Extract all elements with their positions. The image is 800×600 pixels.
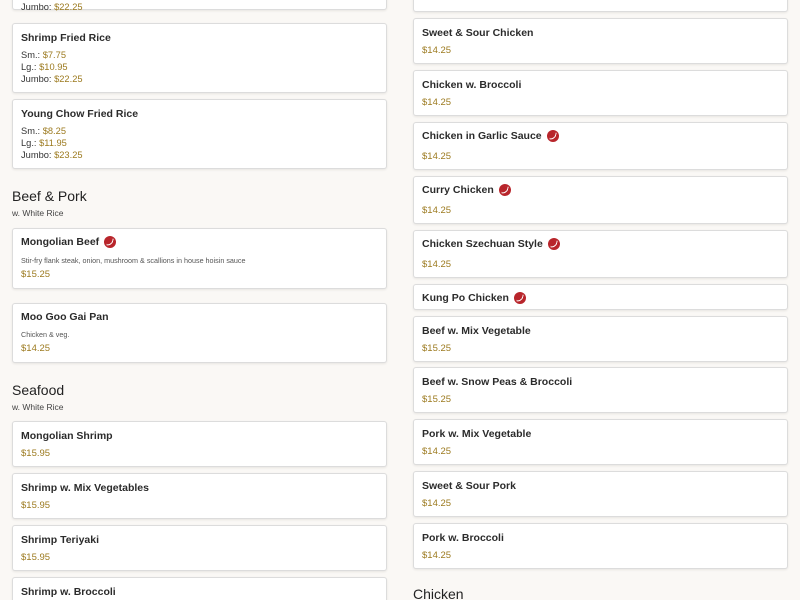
menu-item-card[interactable]: Mongolian Shrimp $15.95: [12, 421, 387, 467]
item-price: $15.95: [21, 500, 51, 511]
size-price-option: Jumbo: $23.25: [21, 150, 83, 160]
item-price: $15.95: [21, 448, 51, 459]
item-name: Beef w. Mix Vegetable: [422, 325, 531, 337]
item-price: $14.25: [21, 343, 51, 354]
chili-pepper-icon: [547, 238, 560, 250]
item-price: $15.95: [21, 552, 51, 563]
item-name: Curry Chicken: [422, 184, 511, 196]
item-name: Shrimp w. Broccoli: [21, 586, 116, 598]
menu-item-card[interactable]: Kung Po Chicken: [413, 284, 788, 310]
size-price: $22.25: [54, 2, 83, 12]
item-price: $14.25: [422, 151, 452, 162]
item-name: Shrimp Teriyaki: [21, 534, 100, 546]
item-name-text: Chicken in Garlic Sauce: [422, 130, 542, 142]
size-price-option: Lg.: $11.95: [21, 138, 67, 148]
size-price: $23.25: [54, 150, 83, 160]
size-label: Jumbo:: [21, 74, 52, 84]
item-name-text: Mongolian Beef: [21, 236, 100, 248]
size-price-option: Jumbo: $22.25: [21, 74, 83, 84]
item-price: $14.25: [422, 97, 452, 108]
menu-item-card[interactable]: Young Chow Fried Rice Sm.: $8.25 Lg.: $1…: [12, 99, 387, 169]
size-label: Jumbo:: [21, 150, 52, 160]
item-description: Chicken & veg.: [21, 330, 70, 339]
menu-item-card[interactable]: Shrimp Teriyaki $15.95: [12, 525, 387, 571]
item-name: Pork w. Broccoli: [422, 532, 504, 544]
size-price: $11.95: [39, 138, 67, 148]
menu-item-card[interactable]: Shrimp w. Mix Vegetables $15.95: [12, 473, 387, 519]
size-price-option: Jumbo: $22.25: [21, 2, 83, 12]
menu-item-card[interactable]: Moo Goo Gai Pan Chicken & veg. $14.25: [12, 303, 387, 363]
item-price: $14.25: [422, 205, 452, 216]
section-title-beef-pork: Beef & Pork: [12, 188, 87, 204]
item-name: Shrimp Fried Rice: [21, 32, 111, 44]
size-label: Sm.:: [21, 50, 41, 60]
item-name-text: Chicken Szechuan Style: [422, 238, 543, 250]
item-name: Sweet & Sour Chicken: [422, 27, 534, 39]
menu-item-card[interactable]: Sweet & Sour Chicken $14.25: [413, 18, 788, 64]
chili-pepper-icon: [104, 236, 117, 248]
item-name: Beef w. Snow Peas & Broccoli: [422, 376, 573, 388]
size-label: Lg.:: [21, 62, 37, 72]
menu-item-card[interactable]: Chicken w. Broccoli $14.25: [413, 70, 788, 116]
menu-item-card-partial[interactable]: Jumbo: $22.25: [12, 0, 387, 12]
size-price-option: Sm.: $7.75: [21, 50, 66, 60]
menu-item-card[interactable]: Beef w. Mix Vegetable $15.25: [413, 316, 788, 362]
section-subtitle: w. White Rice: [12, 208, 64, 218]
item-price: $14.25: [422, 446, 452, 457]
size-price: $10.95: [39, 62, 68, 72]
item-price: $15.25: [422, 343, 452, 354]
size-label: Sm.:: [21, 126, 41, 136]
chili-pepper-icon: [498, 184, 511, 196]
item-name: Mongolian Shrimp: [21, 430, 113, 442]
item-name: Sweet & Sour Pork: [422, 480, 516, 492]
item-price: $14.25: [422, 259, 452, 270]
item-name-text: Kung Po Chicken: [422, 292, 509, 304]
size-price-option: Sm.: $8.25: [21, 126, 66, 136]
item-name: Mongolian Beef: [21, 236, 117, 248]
menu-item-card[interactable]: Beef w. Snow Peas & Broccoli $15.25: [413, 367, 788, 413]
menu-item-card[interactable]: Sweet & Sour Pork $14.25: [413, 471, 788, 517]
menu-item-card[interactable]: Curry Chicken $14.25: [413, 176, 788, 224]
menu-item-card[interactable]: Shrimp w. Broccoli: [12, 577, 387, 600]
menu-item-card-partial[interactable]: [413, 0, 788, 12]
size-label: Lg.:: [21, 138, 37, 148]
menu-item-card[interactable]: Shrimp Fried Rice Sm.: $7.75 Lg.: $10.95…: [12, 23, 387, 93]
item-price: $14.25: [422, 550, 452, 561]
menu-item-card[interactable]: Chicken in Garlic Sauce $14.25: [413, 122, 788, 170]
item-name: Kung Po Chicken: [422, 292, 526, 304]
item-price: $15.25: [422, 394, 452, 405]
menu-item-card[interactable]: Pork w. Mix Vegetable $14.25: [413, 419, 788, 465]
size-price: $7.75: [42, 50, 66, 60]
item-price: $14.25: [422, 45, 452, 56]
section-title-chicken: Chicken: [413, 586, 464, 600]
item-price: $14.25: [422, 498, 452, 509]
item-description: Stir-fry flank steak, onion, mushroom & …: [21, 256, 246, 265]
item-name: Pork w. Mix Vegetable: [422, 428, 532, 440]
item-name: Chicken w. Broccoli: [422, 79, 522, 91]
item-name: Moo Goo Gai Pan: [21, 311, 109, 323]
size-price-option: Lg.: $10.95: [21, 62, 68, 72]
item-name-text: Curry Chicken: [422, 184, 494, 196]
size-price: $22.25: [54, 74, 83, 84]
item-name: Chicken Szechuan Style: [422, 238, 560, 250]
item-name: Young Chow Fried Rice: [21, 108, 139, 120]
chili-pepper-icon: [546, 130, 559, 142]
menu-item-card[interactable]: Pork w. Broccoli $14.25: [413, 523, 788, 569]
item-price: $15.25: [21, 269, 51, 280]
section-subtitle: w. White Rice: [12, 402, 64, 412]
menu-item-card[interactable]: Chicken Szechuan Style $14.25: [413, 230, 788, 278]
section-title-seafood: Seafood: [12, 382, 65, 398]
item-name: Shrimp w. Mix Vegetables: [21, 482, 149, 494]
size-price: $8.25: [42, 126, 66, 136]
size-label: Jumbo:: [21, 2, 52, 12]
item-name: Chicken in Garlic Sauce: [422, 130, 559, 142]
chili-pepper-icon: [513, 292, 526, 304]
menu-item-card[interactable]: Mongolian Beef Stir-fry flank steak, oni…: [12, 228, 387, 289]
